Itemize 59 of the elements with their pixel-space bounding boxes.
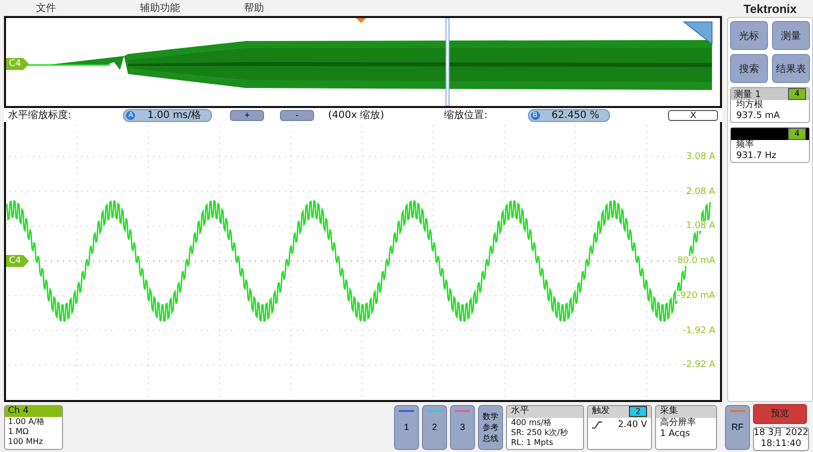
horizontal-title: 水平	[511, 406, 529, 417]
side-button[interactable]: 光标	[730, 21, 768, 50]
trigger-title: 触发	[592, 406, 610, 417]
menu-item[interactable]: 文件	[36, 1, 140, 15]
channel-button[interactable]: 2	[422, 404, 447, 450]
acquisition-card[interactable]: 采集 高分辨率 1 Acqs	[655, 404, 717, 450]
brand-logo: Tektronix	[742, 0, 798, 17]
measurement-value: 937.5 mA	[735, 111, 781, 122]
zoom-in-button[interactable]: +	[230, 110, 264, 120]
zoom-out-button[interactable]: -	[280, 110, 314, 120]
zoom-position-line[interactable]	[446, 18, 450, 106]
channel-button[interactable]: 3	[450, 404, 475, 450]
channel-setting: 100 MHz	[7, 436, 44, 446]
math-ref-bus-button[interactable]: 数学 参考 总线	[478, 404, 503, 450]
side-button[interactable]: 搜索	[730, 54, 768, 83]
acquisition-setting: 1 Acqs	[660, 428, 691, 440]
close-button[interactable]: X	[668, 110, 718, 120]
channel-title: Ch 4	[5, 406, 62, 416]
measurement-name: 频率	[735, 140, 756, 151]
channel-setting: 1.00 A/格	[7, 416, 46, 426]
axis-label: -1.92 A	[682, 326, 716, 336]
zoom-factor: (400x 缩放)	[328, 108, 384, 122]
acquisition-setting: 高分辨率	[660, 418, 697, 428]
trigger-marker-icon[interactable]	[356, 18, 366, 23]
acquisition-title: 采集	[660, 406, 678, 417]
axis-label: -2.92 A	[682, 360, 716, 370]
axis-label: 1.08 A	[685, 221, 716, 232]
axis-label: 80.0 mA	[676, 256, 716, 266]
menu-item[interactable]: 帮助	[244, 1, 348, 15]
horizontal-setting: SR: 250 k次/秒	[511, 428, 569, 438]
channel-badge: 4	[788, 88, 806, 100]
channel-badge: 4	[788, 128, 806, 140]
axis-label: 2.08 A	[685, 186, 716, 196]
date-text: 18 3月 2022	[754, 428, 808, 438]
axis-label: -920 mA	[676, 290, 716, 301]
measurement-title: 测量 1	[734, 88, 761, 100]
measurement-name: 均方根	[735, 100, 764, 111]
channel-card[interactable]: Ch 4 1.00 A/格 1 MΩ 100 MHz	[4, 404, 63, 450]
zoom-scale-label: 水平缩放标度:	[8, 108, 72, 122]
horizontal-card[interactable]: 水平 400 ms/格 SR: 250 k次/秒 RL: 1 Mpts	[506, 404, 584, 450]
horizontal-setting: 400 ms/格	[511, 418, 552, 428]
axis-label: 3.08 A	[685, 152, 716, 162]
trigger-card[interactable]: 触发 2 2.40 V	[587, 404, 652, 450]
channel-setting: 1 MΩ	[7, 426, 30, 436]
corner-triangle-icon[interactable]	[682, 22, 712, 46]
horizontal-setting: RL: 1 Mpts	[511, 438, 554, 448]
trigger-level: 2.40 V	[618, 420, 647, 430]
time-text: 18:11:40	[760, 438, 802, 450]
channel-button[interactable]: 1	[394, 404, 419, 450]
measurement-card[interactable]: 4 频率 931.7 Hz	[730, 127, 810, 163]
zoom-position-label: 缩放位置:	[444, 108, 488, 122]
trigger-source-badge: 2	[629, 406, 647, 417]
side-button[interactable]: 结果表	[772, 54, 810, 83]
measurement-value: 931.7 Hz	[735, 151, 778, 162]
rf-button[interactable]: RF	[725, 404, 750, 450]
rising-edge-icon	[592, 421, 602, 429]
menu-item[interactable]: 辅助功能	[140, 1, 244, 15]
side-button[interactable]: 测量	[772, 21, 810, 50]
measurement-card[interactable]: 测量 1 4 均方根 937.5 mA	[730, 87, 810, 123]
